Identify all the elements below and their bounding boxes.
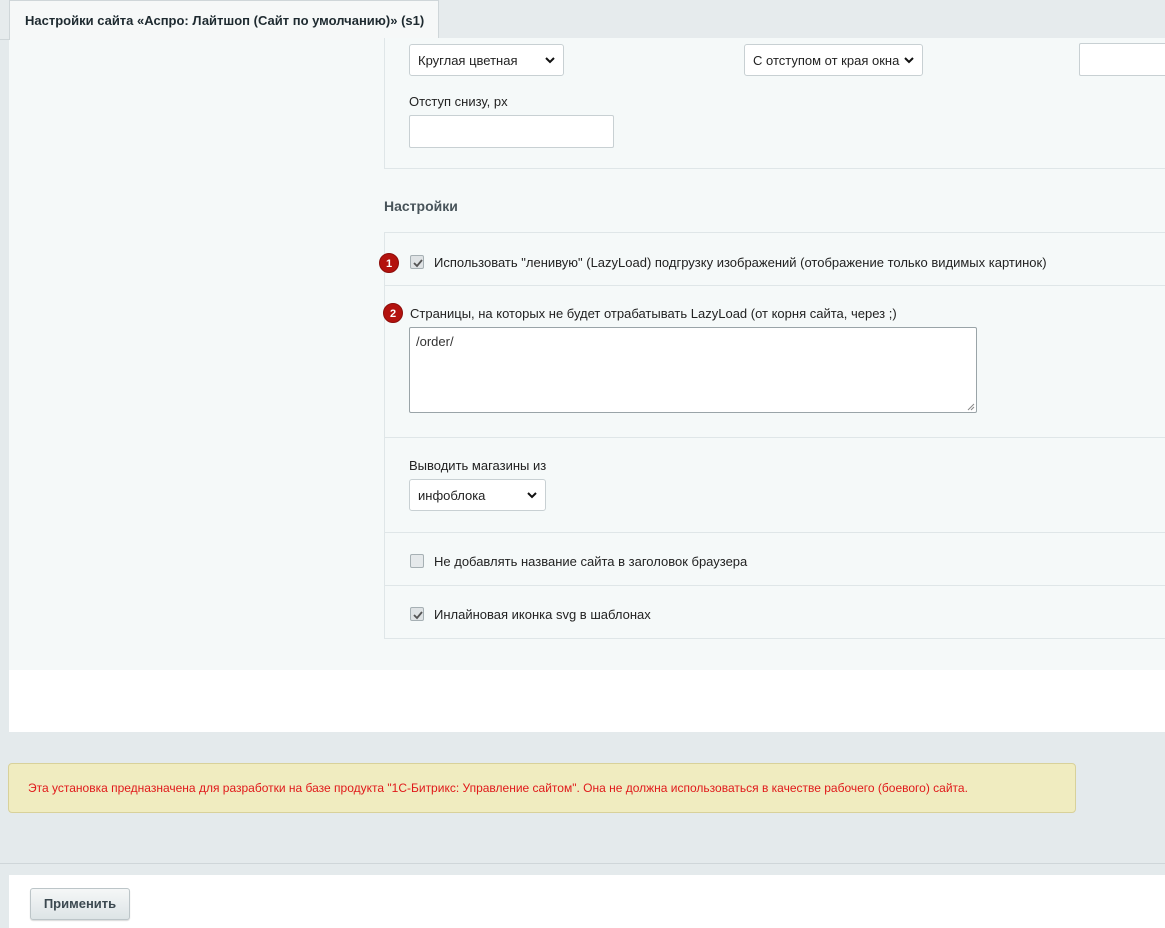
lazyload-label: Использовать "ленивую" (LazyLoad) подгру… xyxy=(434,255,1047,270)
style-select[interactable]: Круглая цветная xyxy=(409,44,564,76)
badge-1: 1 xyxy=(379,253,399,273)
lazyload-pages-textarea[interactable]: /order/ xyxy=(409,327,977,413)
chevron-down-icon xyxy=(527,492,537,499)
lazyload-checkbox[interactable] xyxy=(410,255,424,269)
style-select-value: Круглая цветная xyxy=(418,53,518,68)
position-select[interactable]: С отступом от края окна xyxy=(744,44,923,76)
resize-handle-icon[interactable] xyxy=(966,402,975,411)
checkmark-icon xyxy=(413,611,423,620)
settings-panel: Круглая цветная С отступом от края окна … xyxy=(9,38,1165,732)
tab-title: Настройки сайта «Аспро: Лайтшоп (Сайт по… xyxy=(25,13,425,28)
tab-site-settings[interactable]: Настройки сайта «Аспро: Лайтшоп (Сайт по… xyxy=(9,0,439,40)
stores-select[interactable]: инфоблока xyxy=(409,479,546,511)
bottom-offset-label: Отступ снизу, px xyxy=(409,94,508,109)
position-select-value: С отступом от края окна xyxy=(753,53,900,68)
no-site-title-checkbox[interactable] xyxy=(410,554,424,568)
lazyload-pages-label: Страницы, на которых не будет отрабатыва… xyxy=(410,306,897,321)
stores-select-value: инфоблока xyxy=(418,488,486,503)
bottom-offset-input[interactable] xyxy=(409,115,614,148)
inline-svg-label: Инлайновая иконка svg в шаблонах xyxy=(434,607,651,622)
divider xyxy=(384,285,1165,286)
inline-svg-checkbox[interactable] xyxy=(410,607,424,621)
chevron-down-icon xyxy=(545,57,555,64)
no-site-title-label: Не добавлять название сайта в заголовок … xyxy=(434,554,748,569)
tab-bar: Настройки сайта «Аспро: Лайтшоп (Сайт по… xyxy=(0,0,1165,40)
apply-button[interactable]: Применить xyxy=(30,888,130,920)
settings-section-title: Настройки xyxy=(384,198,458,214)
footer-divider xyxy=(0,863,1165,864)
checkmark-icon xyxy=(413,259,423,268)
footer-bar xyxy=(9,875,1165,928)
stores-label: Выводить магазины из xyxy=(409,458,547,473)
right-offset-input[interactable] xyxy=(1079,43,1165,76)
chevron-down-icon xyxy=(904,57,914,64)
dev-warning-banner: Эта установка предназначена для разработ… xyxy=(8,763,1076,813)
dev-warning-text: Эта установка предназначена для разработ… xyxy=(28,781,968,795)
badge-2: 2 xyxy=(383,303,403,323)
lazyload-pages-value: /order/ xyxy=(416,334,454,349)
